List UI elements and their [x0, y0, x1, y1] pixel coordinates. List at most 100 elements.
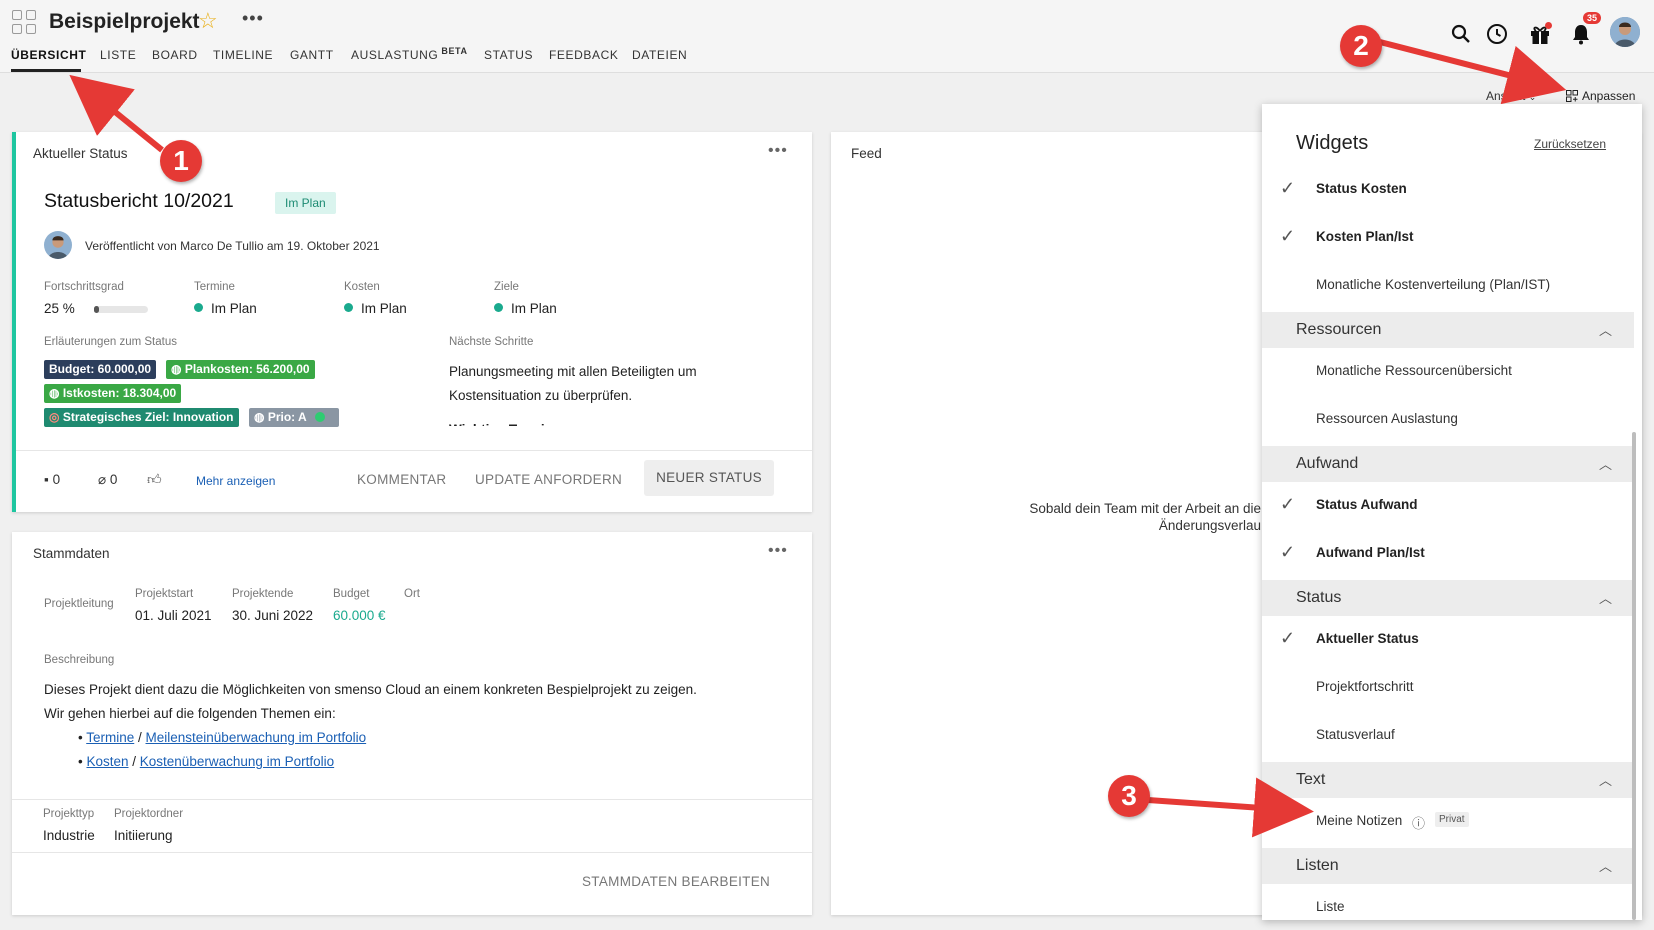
gift-icon[interactable] [1528, 22, 1552, 46]
chevron-up-icon[interactable]: ︿ [1599, 588, 1612, 607]
check-icon: ✓ [1280, 226, 1296, 246]
widget-item[interactable]: Meine Notizen ⓘ Privat [1262, 798, 1634, 846]
widget-item[interactable]: Liste [1262, 884, 1634, 930]
widget-label: Liste [1316, 899, 1345, 914]
more-icon[interactable]: ••• [242, 8, 264, 29]
widget-item[interactable]: ✓ Status Kosten [1262, 166, 1634, 214]
widget-label: Projektfortschritt [1316, 679, 1414, 694]
link[interactable]: Kosten [86, 754, 128, 769]
tab-timeline[interactable]: TIMELINE [213, 48, 273, 62]
section-title: Ressourcen [1296, 321, 1382, 338]
tag-chip-text: Prio: A [267, 410, 307, 424]
widget-section-header[interactable]: Ressourcen ︿ [1262, 312, 1634, 348]
tag-chip[interactable]: Budget: 60.000,00 [44, 360, 157, 379]
avatar [44, 231, 72, 259]
status-badge: Im Plan [275, 192, 336, 214]
customize-button[interactable]: Anpassen [1566, 89, 1635, 105]
description-text: Dieses Projekt dient dazu die Möglichkei… [44, 678, 784, 774]
tab-gantt[interactable]: GANTT [290, 48, 334, 62]
view-dropdown[interactable]: Ansicht ⌄ [1486, 89, 1536, 103]
attachment-count[interactable]: ⌀ 0 [98, 472, 117, 488]
divider [12, 799, 812, 800]
check-icon: ✓ [1280, 494, 1296, 514]
tab-liste[interactable]: LISTE [100, 48, 136, 62]
tag-chip-text: Strategisches Ziel: Innovation [62, 410, 234, 424]
status-card: Aktueller Status ••• Statusbericht 10/20… [12, 132, 812, 512]
chevron-up-icon[interactable]: ︿ [1599, 856, 1612, 875]
widget-item[interactable]: Statusverlauf [1262, 712, 1634, 760]
widget-label: Statusverlauf [1316, 727, 1395, 742]
card-title: Aktueller Status [33, 146, 128, 161]
reset-link[interactable]: Zurücksetzen [1534, 137, 1606, 151]
metric-label: Fortschrittsgrad [44, 281, 124, 293]
next-steps-label: Nächste Schritte [449, 336, 534, 348]
new-status-button[interactable]: NEUER STATUS [644, 460, 774, 496]
widget-item[interactable]: Projektfortschritt [1262, 664, 1634, 712]
comment-count[interactable]: ▪ 0 [44, 472, 60, 487]
search-icon[interactable] [1449, 22, 1473, 46]
widget-label: Aufwand Plan/Ist [1316, 545, 1425, 560]
widget-section-header[interactable]: Status ︿ [1262, 580, 1634, 616]
more-icon[interactable]: ••• [768, 542, 788, 560]
clock-icon[interactable] [1485, 22, 1509, 46]
tab-board[interactable]: BOARD [152, 48, 198, 62]
link[interactable]: Meilensteinüberwachung im Portfolio [146, 730, 367, 745]
tab-feedback[interactable]: FEEDBACK [549, 48, 618, 62]
card-title: Stammdaten [33, 546, 110, 561]
widget-label: Status Kosten [1316, 181, 1407, 196]
tab-status[interactable]: STATUS [484, 48, 533, 62]
widget-item[interactable]: ✓ Aufwand Plan/Ist [1262, 530, 1634, 578]
attachment-count-value: 0 [109, 472, 118, 487]
widget-item[interactable]: Ressourcen Auslastung [1262, 396, 1634, 444]
link[interactable]: Kostenüberwachung im Portfolio [140, 754, 334, 769]
star-icon[interactable]: ☆ [198, 8, 218, 34]
comment-count-value: 0 [52, 472, 61, 487]
bullet-item: • Kosten / Kostenüberwachung im Portfoli… [78, 754, 335, 769]
widget-item[interactable]: Monatliche Ressourcenübersicht [1262, 348, 1634, 396]
link[interactable]: Termine [86, 730, 134, 745]
more-icon[interactable]: ••• [768, 142, 788, 160]
more-link[interactable]: Mehr anzeigen [196, 474, 275, 488]
tag-chip[interactable]: ◍ Istkosten: 18.304,00 [44, 384, 182, 403]
description-line: Dieses Projekt dient dazu die Möglichkei… [44, 682, 697, 697]
tab-uebersicht[interactable]: ÜBERSICHT [11, 48, 86, 62]
edit-master-data-button[interactable]: STAMMDATEN BEARBEITEN [582, 874, 770, 889]
tag-chip[interactable]: ◎ Strategisches Ziel: Innovation [44, 408, 239, 427]
widget-item[interactable]: ✓ Aktueller Status [1262, 616, 1634, 664]
bell-icon[interactable] [1569, 22, 1593, 46]
request-update-button[interactable]: UPDATE ANFORDERN [475, 472, 622, 487]
globe-icon: ◍ [171, 362, 185, 376]
widget-item[interactable]: ✓ Kosten Plan/Ist [1262, 214, 1634, 262]
tag-chip[interactable]: ◍ Plankosten: 56.200,00 [166, 360, 315, 379]
widget-label: Kosten Plan/Ist [1316, 229, 1414, 244]
chevron-up-icon[interactable]: ︿ [1599, 320, 1612, 339]
tag-chip[interactable]: ◍ Prio: A [249, 408, 339, 427]
chevron-down-icon: ⌄ [1528, 92, 1537, 102]
bullet-separator: / [128, 754, 140, 769]
info-icon[interactable]: ⓘ [1412, 813, 1425, 832]
next-steps-line: Planungsmeeting mit allen Beteiligten um [449, 364, 697, 379]
field-label: Ort [404, 588, 420, 600]
annotation-marker: 1 [160, 140, 202, 182]
tab-auslastung[interactable]: AUSLASTUNG BETA [351, 46, 468, 62]
status-dot [194, 303, 203, 312]
published-info: Veröffentlicht von Marco De Tullio am 19… [85, 239, 380, 253]
thumbs-up-icon[interactable]: 👍︎ [147, 471, 162, 488]
widget-section-header[interactable]: Aufwand ︿ [1262, 446, 1634, 482]
widget-section-header[interactable]: Text ︿ [1262, 762, 1634, 798]
tab-dateien[interactable]: DATEIEN [632, 48, 687, 62]
scrollbar[interactable] [1632, 432, 1636, 920]
chevron-up-icon[interactable]: ︿ [1599, 770, 1612, 789]
widget-section-header[interactable]: Listen ︿ [1262, 848, 1634, 884]
field-value: 60.000 € [333, 608, 386, 623]
comment-button[interactable]: KOMMENTAR [357, 472, 446, 487]
report-title: Statusbericht 10/2021 [44, 190, 234, 212]
widget-item[interactable]: ✓ Status Aufwand [1262, 482, 1634, 530]
avatar[interactable] [1610, 17, 1640, 47]
chevron-up-icon[interactable]: ︿ [1599, 454, 1612, 473]
widget-item[interactable]: Monatliche Kostenverteilung (Plan/IST) [1262, 262, 1634, 310]
field-value: Initiierung [114, 828, 173, 843]
apps-grid-icon[interactable] [12, 10, 38, 36]
card-title: Feed [851, 146, 882, 161]
notification-badge: 35 [1583, 12, 1602, 24]
